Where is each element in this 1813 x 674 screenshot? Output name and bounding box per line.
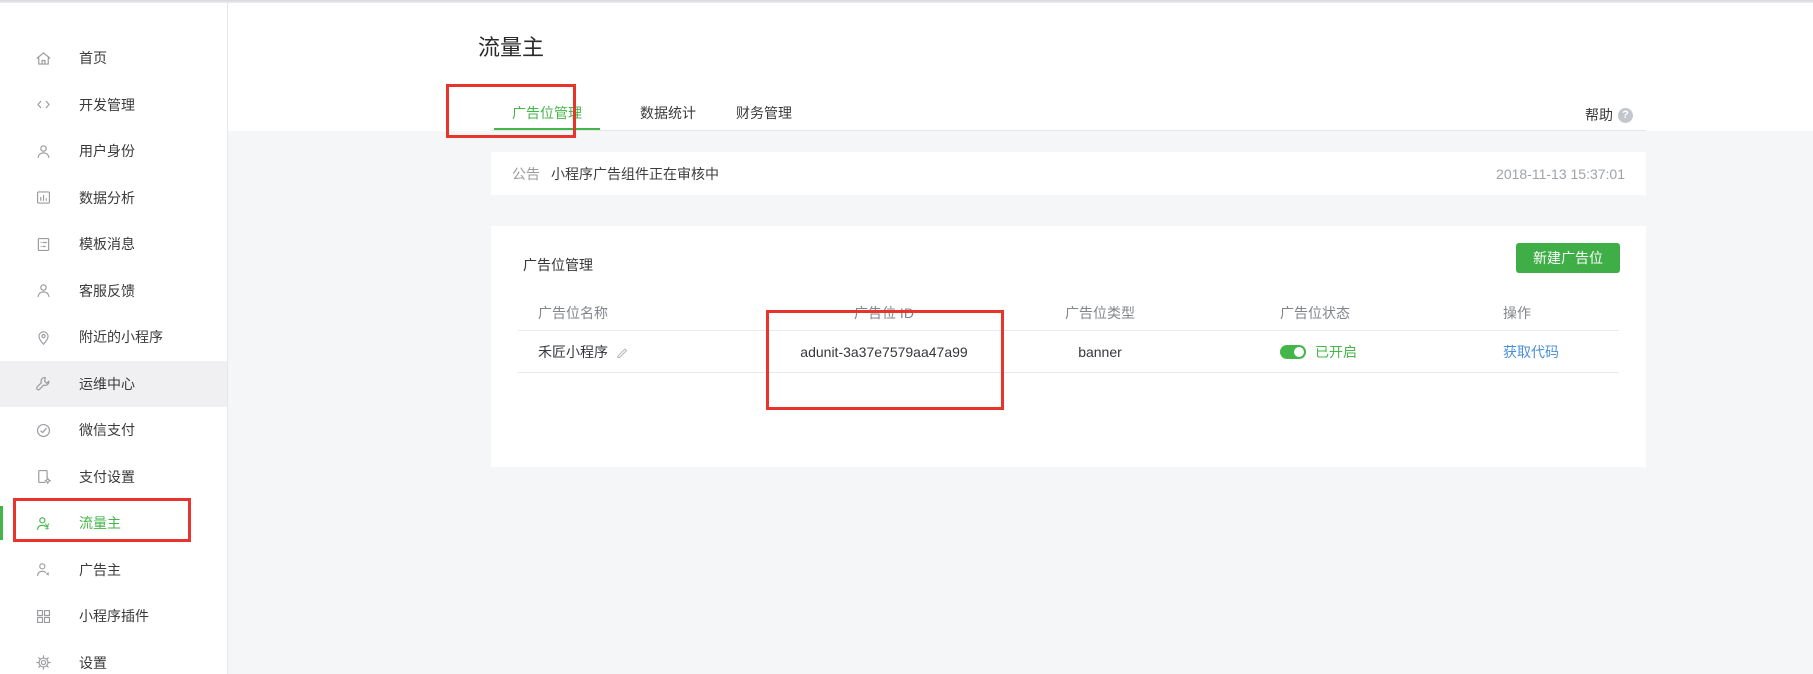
traffic-monetization-icon: ¥ <box>33 513 53 533</box>
ad-unit-table-header: 广告位名称 广告位 ID 广告位类型 广告位状态 操作 <box>518 296 1619 331</box>
sidebar-item-feedback[interactable]: 客服反馈 <box>0 268 227 315</box>
feedback-icon <box>33 281 53 301</box>
header-ad-unit-status: 广告位状态 <box>1200 303 1450 323</box>
tab-data-statistics[interactable]: 数据统计 <box>640 106 696 131</box>
wechat-mp-console-page: 首页 开发管理 用户身份 数据分析 <box>0 0 1813 674</box>
header-ad-unit-id: 广告位 ID <box>768 303 1000 323</box>
sidebar-item-label: 运维中心 <box>79 374 135 394</box>
announcement-tag: 公告 <box>512 164 540 184</box>
sidebar-item-user-identity[interactable]: 用户身份 <box>0 128 227 175</box>
sidebar-item-miniprogram-plugin[interactable]: 小程序插件 <box>0 593 227 640</box>
ad-unit-card-title: 广告位管理 <box>523 255 593 275</box>
plugin-icon <box>33 606 53 626</box>
sidebar-active-indicator <box>0 506 3 540</box>
edit-pencil-icon[interactable] <box>616 345 629 358</box>
sidebar-item-data-analysis[interactable]: 数据分析 <box>0 175 227 222</box>
sidebar-item-wechat-pay[interactable]: 微信支付 <box>0 407 227 454</box>
new-ad-unit-button[interactable]: 新建广告位 <box>1516 243 1620 273</box>
gear-icon <box>33 653 53 673</box>
window-top-edge <box>0 0 1813 3</box>
sidebar-item-label: 广告主 <box>79 560 121 580</box>
svg-text:¥: ¥ <box>44 522 49 531</box>
sidebar-item-dev-management[interactable]: 开发管理 <box>0 82 227 129</box>
sidebar-item-home[interactable]: 首页 <box>0 35 227 82</box>
sidebar-nav: 首页 开发管理 用户身份 数据分析 <box>0 35 227 674</box>
announcement-timestamp: 2018-11-13 15:37:01 <box>1496 166 1625 182</box>
content-header: 流量主 广告位管理 数据统计 财务管理 帮助 ? <box>228 0 1813 131</box>
sidebar-item-label: 流量主 <box>79 513 121 533</box>
sidebar-item-ops-center[interactable]: 运维中心 <box>0 361 227 408</box>
toggle-knob <box>1294 347 1304 357</box>
header-ad-unit-name: 广告位名称 <box>518 303 768 323</box>
ad-unit-card: 广告位管理 新建广告位 广告位名称 广告位 ID 广告位类型 广告位状态 操作 … <box>491 226 1646 467</box>
page-title: 流量主 <box>478 30 544 62</box>
sidebar-item-advertiser[interactable]: 广告主 <box>0 547 227 594</box>
sidebar-item-settings[interactable]: 设置 <box>0 640 227 674</box>
sidebar-item-label: 首页 <box>79 48 107 68</box>
tab-bar-divider <box>491 130 1646 131</box>
bar-chart-icon <box>33 188 53 208</box>
template-message-icon <box>33 234 53 254</box>
wrench-icon <box>33 374 53 394</box>
sidebar: 首页 开发管理 用户身份 数据分析 <box>0 0 228 674</box>
sidebar-item-label: 用户身份 <box>79 141 135 161</box>
sidebar-item-label: 数据分析 <box>79 188 135 208</box>
help-button[interactable]: 帮助 ? <box>1585 105 1633 125</box>
status-label: 已开启 <box>1315 342 1357 362</box>
ad-unit-name: 禾匠小程序 <box>538 342 608 362</box>
wechat-pay-icon <box>33 420 53 440</box>
header-actions: 操作 <box>1450 303 1619 323</box>
sidebar-item-template-message[interactable]: 模板消息 <box>0 221 227 268</box>
ad-unit-id: adunit-3a37e7579aa47a99 <box>768 344 1000 360</box>
tab-bar: 广告位管理 数据统计 财务管理 <box>494 106 792 131</box>
advertiser-icon <box>33 560 53 580</box>
ad-unit-type: banner <box>1000 344 1200 360</box>
header-ad-unit-type: 广告位类型 <box>1000 303 1200 323</box>
announcement-bar: 公告 小程序广告组件正在审核中 2018-11-13 15:37:01 <box>491 152 1646 195</box>
sidebar-item-label: 附近的小程序 <box>79 327 163 347</box>
sidebar-item-traffic-monetization[interactable]: ¥ 流量主 <box>0 500 227 547</box>
help-label: 帮助 <box>1585 105 1613 125</box>
tab-finance-management[interactable]: 财务管理 <box>736 106 792 131</box>
sidebar-item-label: 开发管理 <box>79 95 135 115</box>
sidebar-item-payment-settings[interactable]: 支付设置 <box>0 454 227 501</box>
sidebar-item-label: 客服反馈 <box>79 281 135 301</box>
sidebar-item-label: 支付设置 <box>79 467 135 487</box>
code-icon <box>33 95 53 115</box>
ad-unit-table: 广告位名称 广告位 ID 广告位类型 广告位状态 操作 禾匠小程序 adunit… <box>518 296 1619 373</box>
sidebar-item-label: 设置 <box>79 653 107 673</box>
user-icon <box>33 141 53 161</box>
location-pin-icon <box>33 327 53 347</box>
sidebar-item-label: 模板消息 <box>79 234 135 254</box>
sidebar-item-label: 微信支付 <box>79 420 135 440</box>
ad-unit-card-header: 广告位管理 新建广告位 <box>491 226 1646 296</box>
tab-ad-unit-management[interactable]: 广告位管理 <box>494 106 600 131</box>
table-row: 禾匠小程序 adunit-3a37e7579aa47a99 banner 已开启… <box>518 331 1619 373</box>
announcement-message: 小程序广告组件正在审核中 <box>551 164 719 184</box>
get-code-link[interactable]: 获取代码 <box>1503 344 1559 360</box>
status-toggle[interactable] <box>1280 345 1306 359</box>
home-icon <box>33 48 53 68</box>
question-mark-icon: ? <box>1618 108 1633 123</box>
payment-settings-icon <box>33 467 53 487</box>
sidebar-item-nearby-miniprogram[interactable]: 附近的小程序 <box>0 314 227 361</box>
sidebar-item-label: 小程序插件 <box>79 606 149 626</box>
